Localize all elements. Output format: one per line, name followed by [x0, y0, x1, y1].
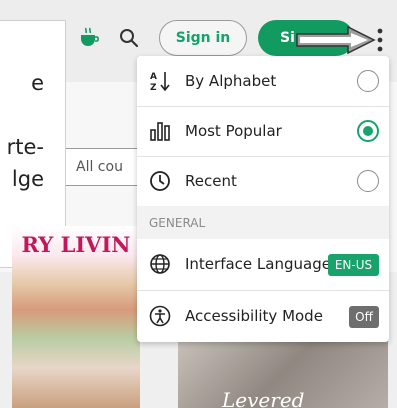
magazine-script-title: Levered	[222, 388, 305, 408]
menu-item-label: Interface Language	[185, 255, 331, 273]
magazine-cover[interactable]: Levered	[178, 338, 388, 408]
globe-icon	[150, 254, 170, 274]
radio-button[interactable]	[357, 70, 379, 92]
radio-button-selected[interactable]	[357, 120, 379, 142]
menu-item-label: Accessibility Mode	[185, 307, 323, 325]
menu-item-label: Recent	[185, 172, 237, 190]
magazine-title: RY LIVIN	[21, 232, 131, 257]
accessibility-icon	[149, 305, 171, 327]
coffee-cup-icon[interactable]	[78, 26, 100, 48]
bar-chart-icon	[150, 122, 170, 141]
menu-item-recent[interactable]: Recent	[137, 156, 389, 206]
language-badge: EN-US	[328, 254, 379, 276]
country-select[interactable]: All cou	[66, 148, 146, 186]
options-menu: A Z By Alphabet Most Popular Recent GENE…	[137, 56, 389, 342]
clock-icon	[150, 171, 170, 191]
promo-card-line: e	[31, 71, 44, 95]
menu-item-by-alphabet[interactable]: A Z By Alphabet	[137, 56, 389, 106]
search-icon[interactable]	[119, 28, 139, 48]
radio-button[interactable]	[357, 170, 379, 192]
promo-card-line: rte-	[6, 135, 44, 159]
magazine-cover[interactable]: RY LIVIN	[12, 226, 140, 408]
svg-text:Z: Z	[150, 83, 157, 92]
svg-text:A: A	[150, 72, 157, 82]
sort-alphabet-icon: A Z	[150, 72, 170, 92]
promo-card-text: e rte- lge	[0, 67, 44, 195]
menu-item-most-popular[interactable]: Most Popular	[137, 106, 389, 156]
menu-item-label: By Alphabet	[185, 72, 277, 90]
menu-item-label: Most Popular	[185, 122, 282, 140]
section-header-general: GENERAL	[137, 206, 389, 239]
promo-card-line: lge	[11, 167, 44, 191]
arrow-annotation-icon	[296, 26, 376, 54]
kebab-menu-icon[interactable]	[372, 26, 388, 54]
accessibility-status-badge: Off	[349, 306, 379, 328]
sign-in-button[interactable]: Sign in	[159, 20, 247, 56]
